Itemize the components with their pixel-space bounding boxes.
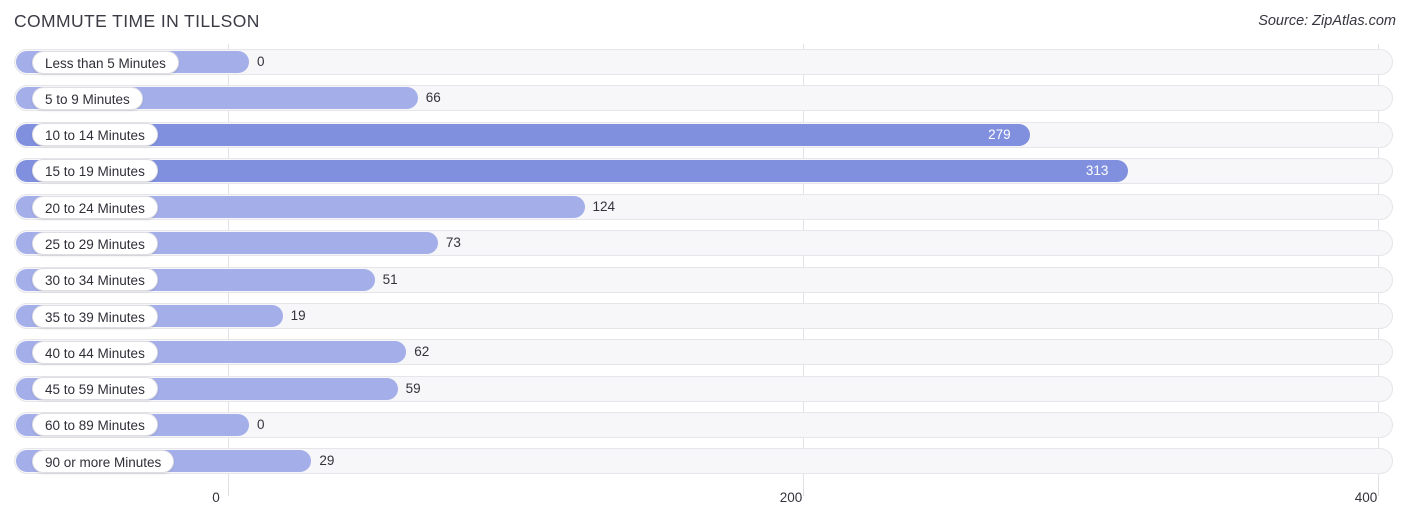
table-row[interactable]: 15 to 19 Minutes 313	[0, 153, 1406, 189]
bar[interactable]	[16, 123, 1031, 146]
table-row[interactable]: 25 to 29 Minutes 73	[0, 225, 1406, 261]
bar-value-label: 0	[257, 416, 265, 432]
table-row[interactable]: 10 to 14 Minutes 279	[0, 117, 1406, 153]
table-row[interactable]: 60 to 89 Minutes 0	[0, 407, 1406, 443]
bar-value-label: 66	[425, 90, 441, 106]
bar-category-label: 15 to 19 Minutes	[32, 159, 158, 183]
bar-category-label: 90 or more Minutes	[32, 449, 175, 473]
bar-rows: Less than 5 Minutes 0 5 to 9 Minutes 66 10 t…	[0, 44, 1406, 480]
bar-value-label: 73	[445, 235, 461, 251]
bar-category-label: 20 to 24 Minutes	[32, 195, 158, 219]
source-attribution: Source: ZipAtlas.com	[1258, 13, 1396, 29]
table-row[interactable]: 35 to 39 Minutes 19	[0, 298, 1406, 334]
bar-value-label: 59	[405, 380, 421, 396]
bar-value-label: 19	[290, 308, 306, 324]
chart-plot-area: Less than 5 Minutes 0 5 to 9 Minutes 66 10 t…	[0, 44, 1406, 486]
bar-category-label: 25 to 29 Minutes	[32, 231, 158, 255]
bar-category-label: 30 to 34 Minutes	[32, 268, 158, 292]
bar-value-label: 124	[592, 199, 616, 215]
bar-category-label: 40 to 44 Minutes	[32, 340, 158, 364]
bar[interactable]	[16, 159, 1128, 182]
axis-tick-label: 200	[779, 490, 803, 505]
axis-tick-label: 400	[1354, 490, 1378, 505]
axis-tick-200	[803, 486, 804, 496]
table-row[interactable]: 30 to 34 Minutes 51	[0, 262, 1406, 298]
axis-tick-0	[228, 486, 229, 496]
table-row[interactable]: 5 to 9 Minutes 66	[0, 80, 1406, 116]
axis-tick-400	[1378, 486, 1379, 496]
chart-header: COMMUTE TIME IN TILLSON Source: ZipAtlas…	[0, 0, 1406, 44]
bar-category-label: 35 to 39 Minutes	[32, 304, 158, 328]
bar-category-label: 5 to 9 Minutes	[32, 86, 143, 110]
table-row[interactable]: 20 to 24 Minutes 124	[0, 189, 1406, 225]
bar-value-label: 29	[319, 453, 335, 469]
bar-category-label: 60 to 89 Minutes	[32, 413, 158, 437]
page-title: COMMUTE TIME IN TILLSON	[14, 11, 260, 31]
bar-category-label: 45 to 59 Minutes	[32, 377, 158, 401]
bar-category-label: Less than 5 Minutes	[32, 50, 179, 74]
bar-value-label: 62	[414, 344, 430, 360]
bar-value-label-inside: 279	[988, 126, 1011, 142]
table-row[interactable]: 45 to 59 Minutes 59	[0, 371, 1406, 407]
table-row[interactable]: Less than 5 Minutes 0	[0, 44, 1406, 80]
axis-tick-label: 0	[212, 490, 220, 505]
bar-value-label-inside: 313	[1085, 162, 1109, 178]
bar-category-label: 10 to 14 Minutes	[32, 123, 158, 147]
table-row[interactable]: 40 to 44 Minutes 62	[0, 334, 1406, 370]
table-row[interactable]: 90 or more Minutes 29	[0, 443, 1406, 479]
bar-value-label: 51	[382, 271, 398, 287]
bar-value-label: 0	[257, 54, 265, 69]
x-axis: 0 200 400	[0, 486, 1406, 523]
